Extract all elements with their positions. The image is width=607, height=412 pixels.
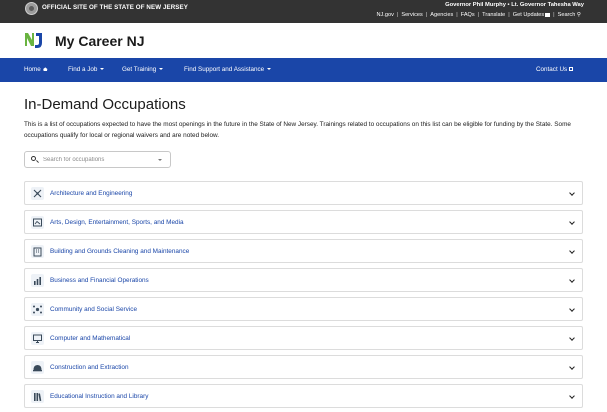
chevron-down-icon[interactable] (569, 248, 575, 254)
top-link-search[interactable]: Search ⚲ (555, 12, 584, 18)
search-icon (31, 156, 36, 161)
category-accordion[interactable]: Computer and Mathematical (24, 326, 583, 350)
palette-icon (31, 216, 44, 229)
nj-seal-icon (25, 2, 38, 15)
page-title: In-Demand Occupations (24, 96, 186, 113)
category-label: Educational Instruction and Library (50, 393, 149, 400)
category-label: Architecture and Engineering (50, 190, 133, 197)
chevron-down-icon (267, 68, 272, 71)
top-link-faqs[interactable]: FAQs (458, 12, 478, 18)
chevron-down-icon (100, 68, 105, 71)
category-label: Construction and Extraction (50, 364, 129, 371)
category-accordion[interactable]: Community and Social Service (24, 297, 583, 321)
mail-icon (545, 12, 551, 17)
top-link-agencies[interactable]: Agencies (427, 12, 456, 18)
chevron-down-icon[interactable] (569, 364, 575, 370)
main-nav: Home Find a Job Get Training Find Suppor… (0, 58, 607, 82)
intro-text: This is a list of occupations expected t… (24, 121, 571, 139)
chevron-down-icon[interactable] (569, 219, 575, 225)
building-icon (31, 245, 44, 258)
nav-find-job[interactable]: Find a Job (68, 66, 105, 73)
category-label: Arts, Design, Entertainment, Sports, and… (50, 219, 184, 226)
state-bar: OFFICIAL SITE OF THE STATE OF NEW JERSEY… (0, 0, 607, 23)
category-label: Building and Grounds Cleaning and Mainte… (50, 248, 190, 255)
books-icon (31, 390, 44, 403)
category-accordion[interactable]: Educational Instruction and Library (24, 384, 583, 408)
governor-label: Governor Phil Murphy • Lt. Governor Tahe… (445, 2, 584, 8)
chevron-down-icon[interactable] (569, 306, 575, 312)
category-label: Computer and Mathematical (50, 335, 131, 342)
category-accordion[interactable]: Building and Grounds Cleaning and Mainte… (24, 239, 583, 263)
hard-hat-icon (31, 361, 44, 374)
category-accordion[interactable]: Architecture and Engineering (24, 181, 583, 205)
chevron-down-icon[interactable] (569, 277, 575, 283)
external-link-icon (569, 67, 574, 72)
bar-chart-icon (31, 274, 44, 287)
category-accordion[interactable]: Arts, Design, Entertainment, Sports, and… (24, 210, 583, 234)
chevron-down-icon[interactable] (569, 393, 575, 399)
community-icon (31, 303, 44, 316)
top-link-services[interactable]: Services (398, 12, 425, 18)
chevron-down-icon[interactable] (569, 335, 575, 341)
computer-icon (31, 332, 44, 345)
nav-get-training[interactable]: Get Training (122, 66, 164, 73)
nav-find-support[interactable]: Find Support and Assistance (184, 66, 272, 73)
nav-home[interactable]: Home (24, 66, 48, 73)
search-icon: ⚲ (575, 12, 581, 18)
top-link-translate[interactable]: Translate (479, 12, 508, 18)
category-accordion[interactable]: Business and Financial Operations (24, 268, 583, 292)
compass-ruler-icon (31, 187, 44, 200)
search-input[interactable] (43, 154, 153, 165)
nj-logo-icon[interactable] (24, 30, 44, 50)
nav-contact[interactable]: Contact Us (536, 66, 574, 73)
category-label: Business and Financial Operations (50, 277, 149, 284)
top-links: NJ.gov | Services | Agencies | FAQs | Transl… (373, 12, 584, 18)
category-label: Community and Social Service (50, 306, 138, 313)
chevron-down-icon (159, 68, 164, 71)
top-link-njgov[interactable]: NJ.gov (373, 12, 396, 18)
official-site-label: OFFICIAL SITE OF THE STATE OF NEW JERSEY (42, 4, 188, 11)
category-accordion[interactable]: Construction and Extraction (24, 355, 583, 379)
chevron-down-icon[interactable] (569, 190, 575, 196)
top-link-get-updates[interactable]: Get Updates (510, 12, 553, 18)
home-icon (42, 67, 48, 72)
occupation-search[interactable] (24, 151, 171, 168)
chevron-down-icon[interactable] (158, 159, 162, 161)
site-brand[interactable]: My Career NJ (55, 33, 145, 49)
